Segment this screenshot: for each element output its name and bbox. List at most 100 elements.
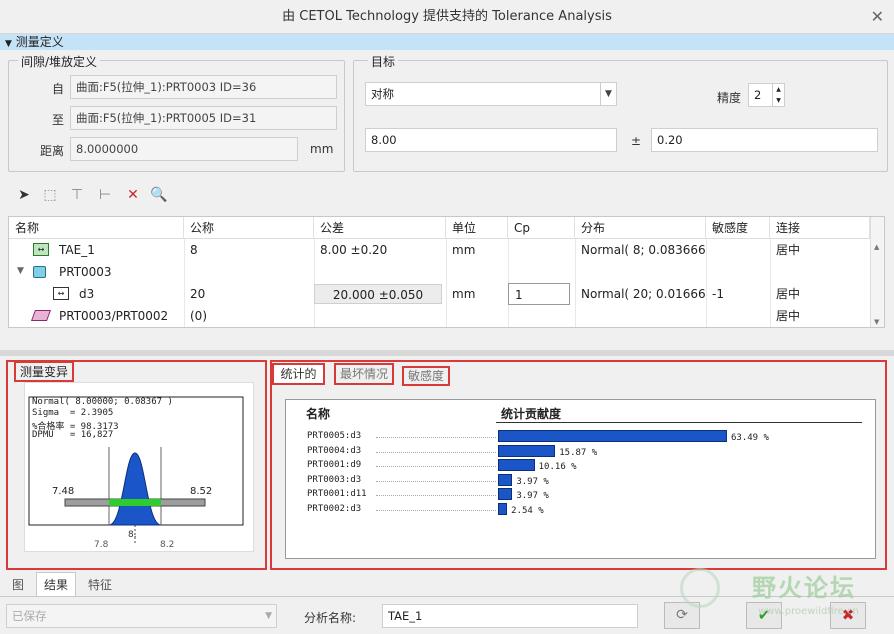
col-name[interactable]: 名称 [9, 217, 184, 239]
chevron-down-icon: ▼ [600, 83, 616, 105]
part-icon [33, 266, 46, 278]
contrib-name-header: 名称 [306, 407, 331, 421]
section-header-measure-def[interactable]: ▼ 测量定义 [0, 34, 894, 50]
col-unit[interactable]: 单位 [446, 217, 508, 239]
contrib-item-name: PRT0004:d3 [307, 445, 362, 456]
variation-stat-dpmu: DPMU = 16,827 [32, 430, 114, 440]
precision-label: 精度 [717, 91, 742, 105]
row-distribution: Normal( 20; 0.01666... [581, 287, 706, 301]
cursor-icon[interactable]: ➤ [15, 186, 33, 204]
row-cp-input[interactable]: 1 [508, 283, 570, 305]
contrib-row: PRT0001:d11 3.97 % [286, 488, 876, 501]
contrib-bar-label: 3.97 % [516, 491, 549, 501]
table-row[interactable]: PRT0003/PRT0002 (0) 居中 [9, 305, 871, 327]
col-nominal[interactable]: 公称 [184, 217, 314, 239]
analysis-name-label: 分析名称: [304, 611, 357, 625]
section-label: 测量定义 [15, 35, 64, 49]
contrib-item-name: PRT0001:d11 [307, 489, 367, 499]
contrib-bar-label: 15.87 % [559, 447, 598, 458]
tick-label: 7.8 [94, 540, 109, 550]
table-row[interactable]: ↔ d3 20 20.000 ±0.050 mm 1 Normal( 20; 0… [9, 283, 871, 305]
tick-label: 8. [128, 530, 137, 540]
target-type-value: 对称 [371, 87, 394, 101]
chevron-down-icon[interactable]: ▼ [17, 266, 24, 276]
preview-icon[interactable]: 🔍 [150, 186, 168, 204]
from-field[interactable]: 曲面:F5(拉伸_1):PRT0003 ID=36 [70, 75, 337, 99]
saved-status-select: 已保存 ▼ [6, 604, 277, 628]
tab-worst-case[interactable]: 最坏情况 [334, 363, 394, 385]
row-connection: 居中 [776, 287, 801, 301]
contrib-bar-label: 10.16 % [538, 462, 577, 472]
tab-result[interactable]: 结果 [36, 572, 76, 596]
row-distribution: Normal( 8; 0.083666 ) [581, 243, 706, 257]
to-field[interactable]: 曲面:F5(拉伸_1):PRT0005 ID=31 [70, 106, 337, 130]
chevron-down-icon: ▼ [5, 39, 12, 49]
dimension-icon: ↔ [33, 243, 49, 256]
row-nominal: 20 [190, 287, 206, 301]
contrib-bar [498, 459, 535, 471]
contrib-bar [498, 488, 513, 500]
distance-label: 距离 [40, 144, 65, 158]
lsl-label: 7.48 [52, 486, 75, 497]
watermark-logo [680, 568, 720, 608]
watermark-text: 野火论坛 [752, 574, 856, 602]
variation-title: 测量变异 [14, 361, 75, 382]
col-tolerance[interactable]: 公差 [314, 217, 446, 239]
row-name: PRT0003 [59, 265, 112, 279]
tolerance-field[interactable]: 0.20 [651, 128, 878, 152]
close-icon[interactable]: ✕ [871, 0, 884, 34]
nominal-field[interactable]: 8.00 [365, 128, 617, 152]
contribution-chart: 名称 统计贡献度 PRT0005:d3 63.49 % PRT0004:d3 15.8… [285, 399, 876, 559]
contrib-row: PRT0002:d3 2.54 % [286, 502, 876, 516]
add-ref-icon[interactable]: ⊤ [68, 186, 86, 204]
tab-sensitivity[interactable]: 敏感度 [402, 366, 450, 386]
dimension-table: 名称 公称 公差 单位 Cp 分布 敏感度 连接 ▲ ▼ ↔ TAE_1 8 8.… [8, 216, 885, 328]
add-datum-icon[interactable]: ⊢ [96, 186, 114, 204]
contrib-bar-label: 3.97 % [516, 476, 549, 487]
col-cp[interactable]: Cp [508, 217, 575, 239]
col-sensitivity[interactable]: 敏感度 [706, 217, 770, 239]
variation-stat-normal: Normal( 8.00000; 0.08367 ) [32, 397, 173, 407]
table-row[interactable]: ↔ TAE_1 8 8.00 ±0.20 mm Normal( 8; 0.083… [9, 239, 871, 261]
target-type-select[interactable]: 对称 ▼ [365, 82, 617, 106]
spinner-arrows-icon[interactable]: ▲ ▼ [772, 84, 784, 106]
row-tolerance-cell[interactable]: 20.000 ±0.050 [314, 284, 442, 304]
tab-graph[interactable]: 图 [4, 574, 32, 596]
row-name: d3 [79, 287, 95, 301]
chevron-down-icon: ▼ [265, 611, 272, 621]
precision-stepper[interactable]: 2 ▲ ▼ [748, 83, 785, 107]
row-name: TAE_1 [59, 243, 95, 257]
delete-icon[interactable]: ✕ [124, 186, 142, 204]
watermark-url: www.proewildfire.cn [758, 606, 859, 617]
target-group [353, 60, 888, 172]
contrib-item-name: PRT0003:d3 [307, 474, 362, 485]
window-title-bar: 由 CETOL Technology 提供支持的 Tolerance Analy… [0, 0, 894, 34]
contrib-bar [498, 473, 513, 486]
add-dimension-icon[interactable]: ⬚ [41, 186, 59, 204]
row-sensitivity: -1 [712, 287, 724, 301]
contrib-bar [498, 444, 556, 457]
precision-value: 2 [754, 88, 762, 102]
contrib-value-header: 统计贡献度 [501, 407, 562, 421]
dimension-icon: ↔ [53, 287, 69, 300]
row-unit: mm [452, 287, 476, 301]
analysis-name-input[interactable]: TAE_1 [382, 604, 638, 628]
table-row[interactable]: ▼ PRT0003 [9, 261, 871, 283]
tab-feature[interactable]: 特征 [80, 574, 120, 596]
tab-statistical[interactable]: 统计的 [272, 363, 325, 385]
contrib-row: PRT0005:d3 63.49 % [286, 430, 876, 443]
target-group-title: 目标 [368, 53, 399, 70]
col-distribution[interactable]: 分布 [575, 217, 706, 239]
contrib-item-name: PRT0001:d9 [307, 460, 362, 470]
contrib-row: PRT0004:d3 15.87 % [286, 444, 876, 458]
contrib-bar [498, 430, 727, 442]
col-connection[interactable]: 连接 [770, 217, 870, 239]
row-tolerance: 8.00 ±0.20 [320, 243, 388, 257]
table-scrollbar[interactable]: ▲ ▼ [870, 217, 884, 327]
distance-field: 8.0000000 [70, 137, 298, 161]
splitter[interactable] [0, 350, 894, 356]
plus-minus-label: ± [631, 134, 642, 148]
row-nominal: 8 [190, 243, 198, 257]
contrib-bar-label: 63.49 % [731, 433, 769, 443]
gap-group-title: 间隙/堆放定义 [18, 53, 101, 70]
